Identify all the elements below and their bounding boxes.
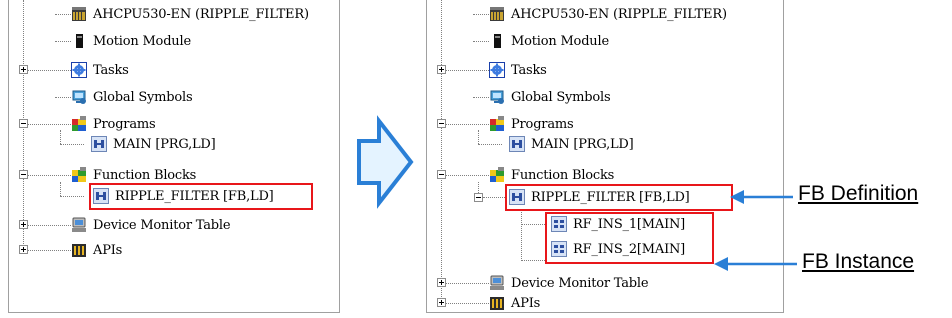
arrow-right-icon: [357, 115, 414, 209]
tree-item-device-monitor-table[interactable]: Device Monitor Table: [71, 214, 231, 236]
tasks-expand-toggle[interactable]: [19, 65, 28, 74]
apis-icon: [71, 242, 87, 258]
device-monitor-expand-toggle[interactable]: [437, 278, 446, 287]
tree-item-global-symbols[interactable]: Global Symbols: [489, 86, 611, 108]
device-monitor-icon: [489, 275, 505, 291]
tree-item-main-program[interactable]: MAIN [PRG,LD]: [91, 133, 216, 155]
tree-item-label: Programs: [511, 116, 574, 132]
tree-item-label: Function Blocks: [93, 167, 197, 183]
tree-item-tasks[interactable]: Tasks: [489, 59, 547, 81]
tree-item-label: Motion Module: [93, 33, 191, 49]
callout-fb-instance: FB Instance: [802, 250, 915, 273]
programs-icon: [71, 116, 87, 132]
apis-expand-toggle[interactable]: [437, 298, 446, 307]
tree-item-programs[interactable]: Programs: [489, 113, 574, 135]
ripple-filter-collapse-toggle[interactable]: [474, 193, 483, 202]
project-tree-panel-before[interactable]: AHCPU530-EN (RIPPLE_FILTER) Motion Modul…: [8, 0, 340, 313]
global-symbols-icon: [489, 89, 505, 105]
tree-item-label: APIs: [93, 242, 123, 258]
tree-item-label: AHCPU530-EN (RIPPLE_FILTER): [511, 6, 727, 22]
tree-item-label: AHCPU530-EN (RIPPLE_FILTER): [93, 6, 309, 22]
arrow-left-icon: [714, 257, 797, 271]
callout-fb-definition: FB Definition: [798, 182, 919, 205]
tasks-expand-toggle[interactable]: [437, 65, 446, 74]
tree-item-label: Global Symbols: [93, 89, 193, 105]
tree-item-motion-module[interactable]: Motion Module: [489, 30, 609, 52]
tree-item-tasks[interactable]: Tasks: [71, 59, 129, 81]
tasks-icon: [71, 62, 87, 78]
programs-icon: [489, 116, 505, 132]
tree-item-device-monitor-table[interactable]: Device Monitor Table: [489, 272, 649, 294]
tree-item-motion-module[interactable]: Motion Module: [71, 30, 191, 52]
tree-item-label: Tasks: [511, 62, 547, 78]
arrow-left-icon: [730, 190, 793, 204]
function-blocks-collapse-toggle[interactable]: [437, 170, 446, 179]
programs-collapse-toggle[interactable]: [437, 119, 446, 128]
apis-icon: [489, 295, 505, 311]
global-symbols-icon: [71, 89, 87, 105]
tree-item-cpu[interactable]: AHCPU530-EN (RIPPLE_FILTER): [71, 3, 309, 25]
tree-item-label: Programs: [93, 116, 156, 132]
motion-module-icon: [71, 33, 87, 49]
tree-item-label: APIs: [511, 295, 541, 311]
program-item-icon: [509, 136, 525, 152]
apis-expand-toggle[interactable]: [19, 245, 28, 254]
tasks-icon: [489, 62, 505, 78]
highlight-box-fb-instances: [545, 212, 714, 264]
highlight-box-ripple-filter: [89, 183, 313, 210]
tree-item-cpu[interactable]: AHCPU530-EN (RIPPLE_FILTER): [489, 3, 727, 25]
program-item-icon: [91, 136, 107, 152]
highlight-box-fb-definition: [505, 184, 733, 211]
tree-item-apis[interactable]: APIs: [489, 292, 541, 312]
cpu-icon: [489, 6, 505, 22]
tree-item-label: Tasks: [93, 62, 129, 78]
motion-module-icon: [489, 33, 505, 49]
tree-item-programs[interactable]: Programs: [71, 113, 156, 135]
cpu-icon: [71, 6, 87, 22]
function-blocks-collapse-toggle[interactable]: [19, 170, 28, 179]
function-blocks-icon: [71, 167, 87, 183]
tree-item-label: Function Blocks: [511, 167, 615, 183]
tree-item-function-blocks[interactable]: Function Blocks: [489, 164, 614, 186]
tree-item-label: MAIN [PRG,LD]: [531, 136, 634, 152]
tree-item-label: MAIN [PRG,LD]: [113, 136, 216, 152]
tree-item-main-program[interactable]: MAIN [PRG,LD]: [509, 133, 634, 155]
tree-item-label: Motion Module: [511, 33, 609, 49]
device-monitor-expand-toggle[interactable]: [19, 220, 28, 229]
function-blocks-icon: [489, 167, 505, 183]
tree-item-label: Global Symbols: [511, 89, 611, 105]
tree-item-label: Device Monitor Table: [93, 217, 231, 233]
tree-item-label: Device Monitor Table: [511, 275, 649, 291]
device-monitor-icon: [71, 217, 87, 233]
tree-item-global-symbols[interactable]: Global Symbols: [71, 86, 193, 108]
programs-collapse-toggle[interactable]: [19, 119, 28, 128]
tree-item-apis[interactable]: APIs: [71, 239, 122, 261]
